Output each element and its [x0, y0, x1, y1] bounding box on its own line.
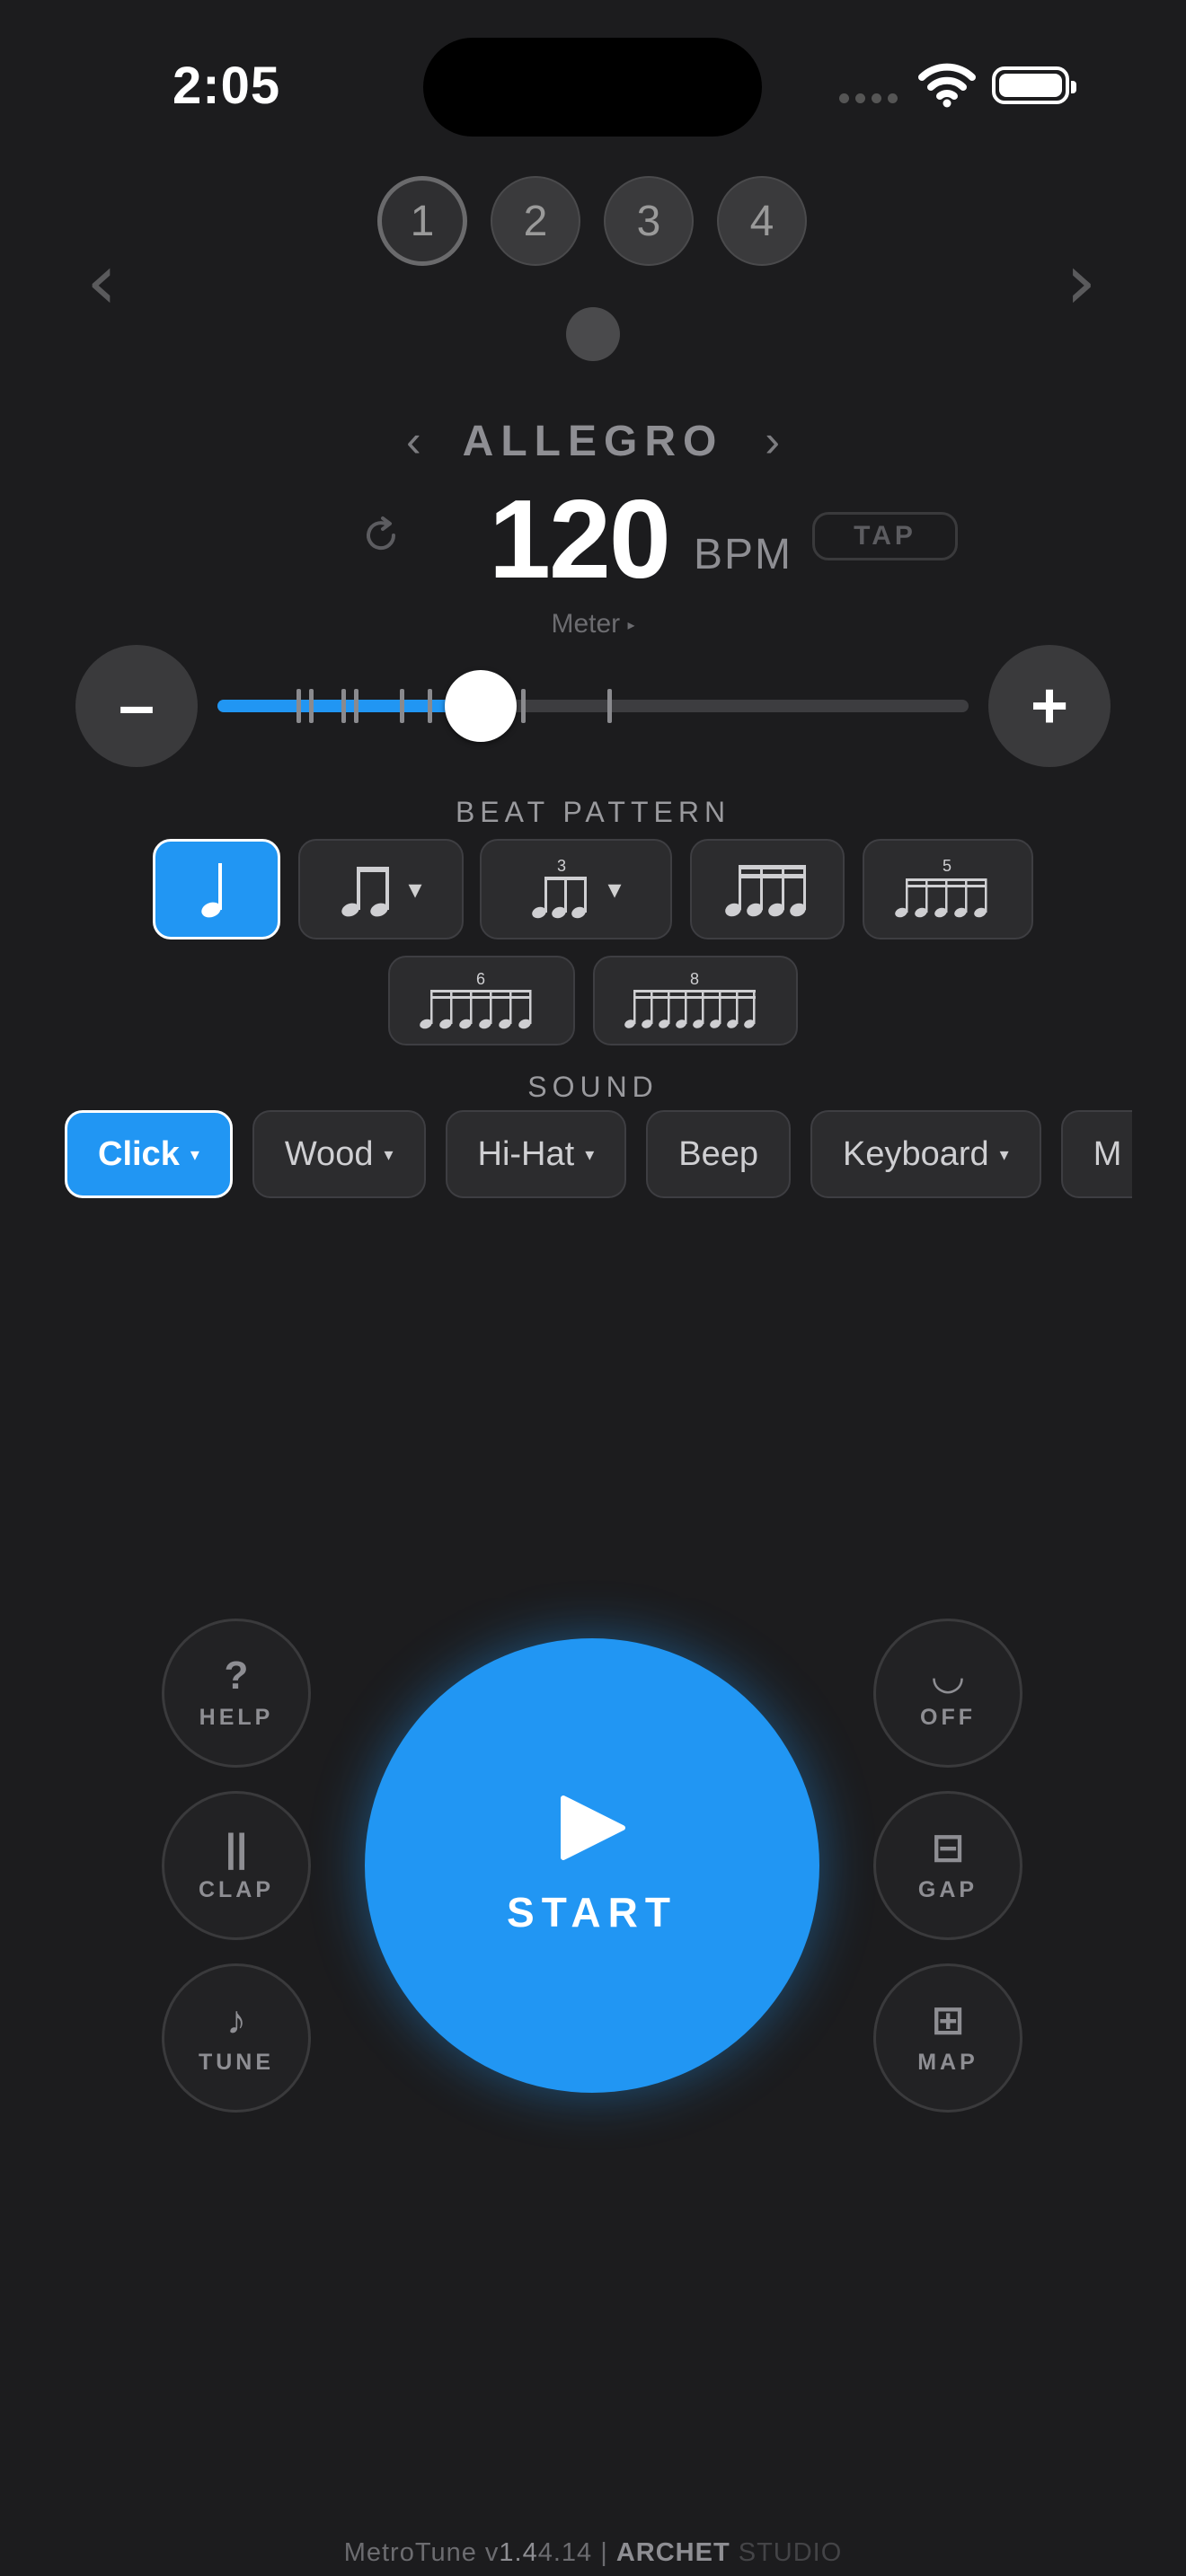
start-button[interactable]: START	[365, 1638, 819, 2093]
sound-more-button[interactable]: M	[1060, 1110, 1132, 1198]
tempo-next-icon[interactable]: ›	[765, 415, 780, 467]
sound-label: SOUND	[527, 1071, 659, 1103]
triangle-right-icon: ▸	[627, 618, 635, 634]
tempo-name-selector: ‹ ALLEGRO ›	[0, 415, 1186, 467]
pattern-eighth-button[interactable]: ▾	[298, 839, 464, 940]
beat-pattern-label: BEAT PATTERN	[455, 796, 731, 828]
meter-label: Meter	[551, 609, 621, 639]
sextuplet-number: 6	[476, 970, 485, 988]
slider-tick	[428, 689, 432, 723]
sound-selector: Click ▾ Wood ▾ Hi-Hat ▾ Beep Keyboard ▾ M	[65, 1110, 1132, 1200]
smile-icon: ◡	[933, 1653, 963, 1698]
preset-selector: 1 2 3 4	[377, 176, 807, 266]
slider-tick	[521, 689, 526, 723]
sextuplet-notes-icon: 6	[420, 970, 532, 1029]
question-icon: ?	[224, 1653, 249, 1698]
sixteenth-notes-icon	[725, 865, 806, 917]
meter-toggle[interactable]: Meter ▸	[0, 609, 1186, 640]
battery-icon	[992, 66, 1076, 104]
beat-indicator-dot	[566, 307, 620, 361]
triplet-number: 3	[557, 857, 566, 875]
gap-icon: ⊟	[931, 1825, 965, 1870]
bpm-slider-thumb[interactable]	[444, 670, 517, 742]
pattern-quintuplet-button[interactable]: 5	[863, 839, 1033, 940]
pattern-sextuplet-button[interactable]: 6	[388, 956, 575, 1045]
chevron-left-icon[interactable]: ‹	[86, 237, 117, 327]
bpm-value[interactable]: 120	[489, 476, 671, 604]
chevron-down-icon: ▾	[408, 874, 422, 904]
reset-icon[interactable]	[361, 516, 401, 555]
help-button[interactable]: ? HELP	[162, 1619, 311, 1768]
chevron-down-icon: ▾	[585, 1144, 595, 1165]
quintuplet-number: 5	[943, 857, 951, 875]
sound-beep-button[interactable]: Beep	[646, 1110, 791, 1198]
quintuplet-notes-icon: 5	[895, 857, 987, 918]
footer-version: MetroTune v1.44.14 | ARCHET STUDIO	[343, 2538, 843, 2567]
slider-tick	[400, 689, 404, 723]
dynamic-island	[423, 38, 762, 137]
bpm-slider-fill	[217, 700, 481, 712]
eighth-notes-icon	[341, 867, 390, 917]
slider-tick	[354, 689, 358, 723]
decrease-bpm-button[interactable]: –	[75, 645, 198, 767]
wifi-icon	[918, 63, 976, 108]
increase-bpm-button[interactable]: +	[988, 645, 1111, 767]
quarter-note-icon	[201, 863, 222, 918]
slider-tick	[309, 689, 314, 723]
octuplet-number: 8	[690, 970, 699, 988]
pattern-sixteenth-button[interactable]	[690, 839, 845, 940]
triplet-notes-icon: 3	[532, 857, 588, 919]
octuplet-notes-icon: 8	[624, 970, 756, 1028]
preset-3-button[interactable]: 3	[604, 176, 694, 266]
sound-wood-button[interactable]: Wood ▾	[252, 1110, 426, 1198]
preset-4-button[interactable]: 4	[717, 176, 807, 266]
tune-button[interactable]: ♪ TUNE	[162, 1963, 311, 2113]
chevron-right-icon[interactable]: ›	[1066, 237, 1096, 327]
sound-hihat-button[interactable]: Hi-Hat ▾	[445, 1110, 627, 1198]
off-button[interactable]: ◡ OFF	[873, 1619, 1022, 1768]
play-icon	[561, 1795, 625, 1860]
start-label: START	[507, 1889, 677, 1936]
sound-click-button[interactable]: Click ▾	[65, 1110, 233, 1198]
pattern-quarter-button[interactable]	[153, 839, 280, 940]
pattern-triplet-button[interactable]: 3 ▾	[480, 839, 672, 940]
gap-button[interactable]: ⊟ GAP	[873, 1791, 1022, 1940]
grid-icon: ⊞	[931, 1998, 965, 2042]
music-note-icon: ♪	[226, 1998, 246, 2042]
chevron-down-icon: ▾	[999, 1144, 1009, 1165]
pattern-octuplet-button[interactable]: 8	[593, 956, 798, 1045]
cellular-signal-icon	[839, 93, 898, 103]
bpm-unit: BPM	[694, 531, 793, 578]
tap-tempo-button[interactable]: TAP	[812, 512, 958, 560]
slider-tick	[296, 689, 301, 723]
status-time: 2:05	[173, 57, 281, 115]
chevron-down-icon: ▾	[607, 874, 622, 904]
tempo-prev-icon[interactable]: ‹	[406, 415, 421, 467]
map-button[interactable]: ⊞ MAP	[873, 1963, 1022, 2113]
sound-keyboard-button[interactable]: Keyboard ▾	[810, 1110, 1041, 1198]
bpm-slider[interactable]	[217, 670, 969, 742]
tempo-name: ALLEGRO	[462, 417, 724, 465]
clap-icon: ||	[225, 1825, 248, 1870]
preset-1-button[interactable]: 1	[377, 176, 467, 266]
chevron-down-icon: ▾	[384, 1144, 394, 1165]
clap-button[interactable]: || CLAP	[162, 1791, 311, 1940]
slider-tick	[607, 689, 612, 723]
preset-2-button[interactable]: 2	[491, 176, 580, 266]
slider-tick	[341, 689, 346, 723]
chevron-down-icon: ▾	[190, 1144, 199, 1165]
